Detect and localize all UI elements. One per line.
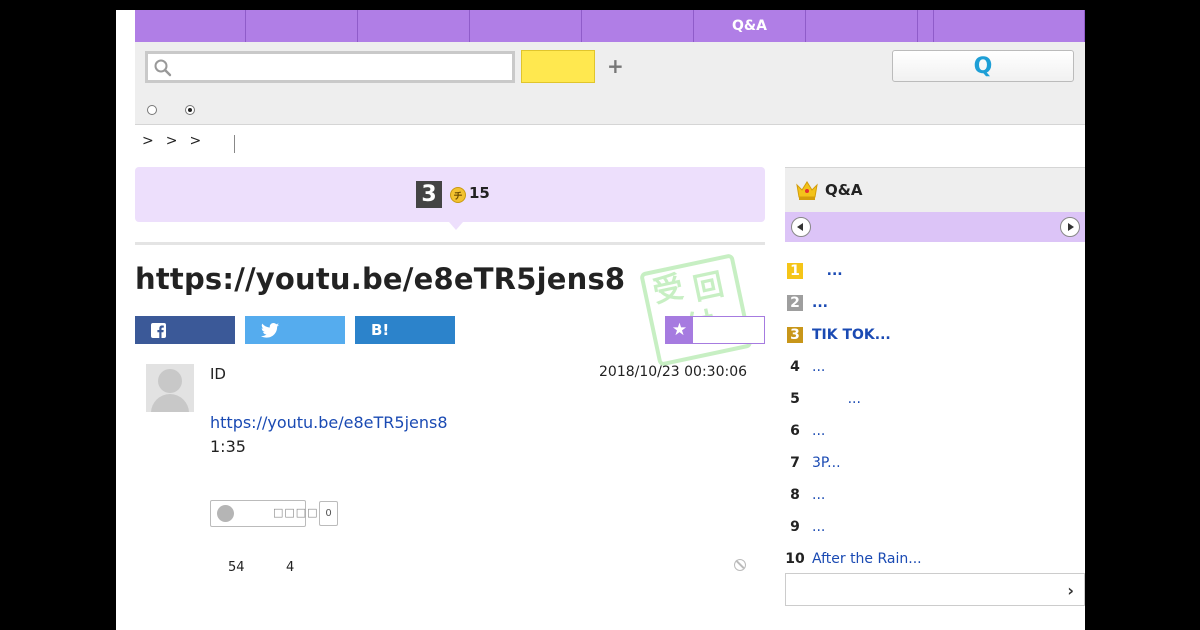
twitter-share-button[interactable] <box>245 316 345 344</box>
next-arrow-icon[interactable] <box>1060 217 1080 237</box>
rank-number: 6 <box>790 423 800 439</box>
avatar-head <box>158 369 182 393</box>
hatena-icon: B! <box>371 321 390 339</box>
ranking-header: Q&A <box>785 167 1085 213</box>
ranking-item[interactable]: 7 3P... <box>785 448 1085 480</box>
ranking-link[interactable]: ... <box>812 263 843 279</box>
ranking-link[interactable]: 3P... <box>812 455 841 471</box>
ranking-link[interactable]: ... <box>812 391 861 407</box>
coin-icon: チ <box>450 187 466 203</box>
reaction-count: 0 <box>319 501 338 526</box>
ranking-item[interactable]: 6... <box>785 416 1085 448</box>
rank-number: 4 <box>790 359 800 375</box>
nav-tab[interactable] <box>918 10 934 42</box>
ranking-link[interactable]: ... <box>812 359 825 375</box>
avatar <box>146 364 194 412</box>
nav-tab[interactable]: Q&A <box>694 10 806 42</box>
more-ranking-button[interactable]: › <box>785 573 1085 606</box>
secondary-count: 4 <box>286 560 295 575</box>
chevron-right-icon: › <box>1067 581 1074 600</box>
search-scope-radio-2[interactable] <box>185 105 195 115</box>
top-navigation: Q&A <box>135 10 1085 42</box>
ranking-link[interactable]: ... <box>812 519 825 535</box>
favorite-button[interactable]: ★ <box>665 316 765 344</box>
question-title: https://youtu.be/e8eTR5jens8 <box>135 262 626 296</box>
reaction-label: □□□□ <box>273 506 319 519</box>
facebook-share-button[interactable] <box>135 316 235 344</box>
breadcrumb-divider <box>234 135 235 153</box>
banner-pointer <box>449 222 463 230</box>
twitter-icon <box>261 322 279 338</box>
page: Q&A + Q > > > 3 チ 15 https://youtu.be/e8… <box>116 10 1085 630</box>
ranking-title: Q&A <box>825 181 863 199</box>
breadcrumb: > > > <box>142 133 235 153</box>
previous-arrow-icon[interactable] <box>791 217 811 237</box>
rank-number: 10 <box>785 551 805 567</box>
breadcrumb-separator: > <box>142 133 154 149</box>
ranking-item[interactable]: 9... <box>785 512 1085 544</box>
received-stamp-icon: 受 回 付 <box>639 253 753 367</box>
answer-count-badge: 3 <box>416 181 442 208</box>
ranking-link[interactable]: ... <box>812 487 825 503</box>
ranking-link[interactable]: After the Rain... <box>812 551 922 567</box>
ranking-item[interactable]: 8... <box>785 480 1085 512</box>
ranking-item[interactable]: 10 After the Rain... <box>785 544 1085 576</box>
search-bar: + Q <box>135 42 1085 125</box>
stamp-char: 受 <box>649 269 687 311</box>
rank-number: 1 <box>787 263 803 279</box>
rank-number: 2 <box>787 295 803 311</box>
nav-tab[interactable] <box>135 10 246 42</box>
search-input[interactable] <box>178 57 502 79</box>
ranking-item[interactable]: 5 ... <box>785 384 1085 416</box>
section-divider <box>135 242 765 245</box>
nav-tab[interactable] <box>934 10 1085 42</box>
hatena-bookmark-button[interactable]: B! <box>355 316 455 344</box>
rank-number: 3 <box>787 327 803 343</box>
ranking-item[interactable]: 4... <box>785 352 1085 384</box>
breadcrumb-separator: > <box>165 133 178 149</box>
smile-icon <box>217 505 234 522</box>
ranking-tab-nav <box>785 212 1085 242</box>
add-icon[interactable]: + <box>607 54 624 78</box>
rank-number: 8 <box>790 487 800 503</box>
ranking-item[interactable]: 3 TIK TOK... <box>785 320 1085 352</box>
search-scope-radio-1[interactable] <box>147 105 157 115</box>
ranking-item[interactable]: 1 ... <box>785 256 1085 288</box>
stamp-char: 回 <box>690 267 727 308</box>
report-icon[interactable] <box>734 559 746 571</box>
facebook-icon <box>151 322 166 338</box>
avatar-body <box>151 394 189 412</box>
star-icon: ★ <box>666 317 693 343</box>
ranking-item[interactable]: 2... <box>785 288 1085 320</box>
coin-value: 15 <box>469 184 490 202</box>
post-duration: 1:35 <box>210 437 246 456</box>
nav-tab[interactable] <box>246 10 358 42</box>
crown-icon <box>796 181 818 200</box>
nav-tab[interactable] <box>582 10 694 42</box>
rank-number: 5 <box>790 391 800 407</box>
post-date: 2018/10/23 00:30:06 <box>599 364 748 380</box>
question-status-banner: 3 チ 15 <box>135 167 765 230</box>
search-input-box[interactable] <box>145 51 515 83</box>
ask-question-button[interactable]: Q <box>892 50 1074 82</box>
breadcrumb-separator: > <box>189 133 202 149</box>
nav-tab[interactable] <box>358 10 470 42</box>
ranking-list: 1 ... 2... 3 TIK TOK... 4... 5 ... 6... 7 3P... 8… <box>785 256 1085 576</box>
rank-number: 7 <box>790 455 800 471</box>
nav-tab[interactable] <box>806 10 918 42</box>
post-link[interactable]: https://youtu.be/e8eTR5jens8 <box>210 413 448 432</box>
nav-tab[interactable] <box>470 10 582 42</box>
ranking-link[interactable]: TIK TOK... <box>812 327 891 343</box>
view-count: 54 <box>228 560 245 575</box>
search-icon <box>154 59 172 77</box>
ranking-link[interactable]: ... <box>812 423 825 439</box>
search-submit-button[interactable] <box>521 50 595 83</box>
ranking-link[interactable]: ... <box>812 295 828 311</box>
reaction-button[interactable]: □□□□ <box>210 500 318 527</box>
user-id[interactable]: ID <box>210 365 226 383</box>
rank-number: 9 <box>790 519 800 535</box>
